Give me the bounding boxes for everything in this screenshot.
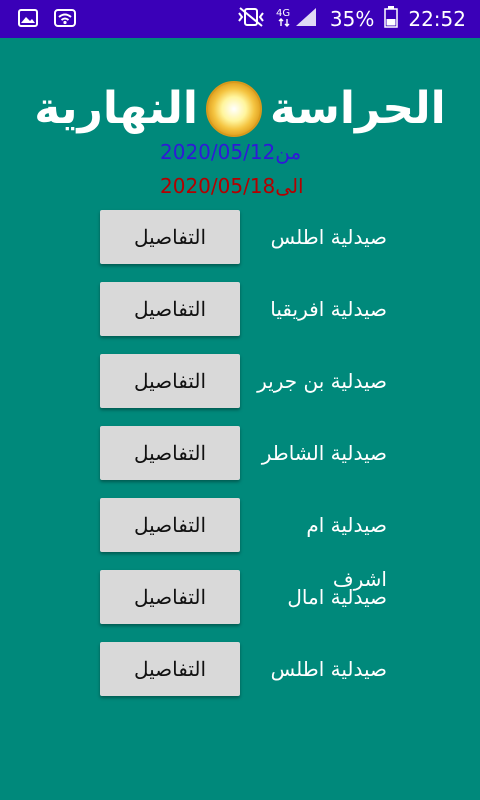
svg-text:4G: 4G — [276, 8, 290, 19]
list-item: التفاصيل صيدلية الشاطر — [100, 426, 400, 482]
list-item: التفاصيل صيدلية افريقيا — [100, 282, 400, 338]
details-button[interactable]: التفاصيل — [100, 570, 240, 624]
list-item: التفاصيل صيدلية امال — [100, 570, 400, 626]
to-date: 2020/05/18 — [160, 174, 276, 198]
vibrate-mute-icon — [236, 6, 266, 32]
list-item: التفاصيل صيدلية اطلس — [100, 210, 400, 266]
pharmacy-name: صيدلية اطلس — [270, 657, 387, 681]
sun-icon — [205, 81, 262, 137]
details-button[interactable]: التفاصيل — [100, 210, 240, 264]
pharmacy-name: صيدلية ام اشرف — [306, 513, 387, 591]
to-label: الى — [275, 174, 304, 198]
battery-icon — [384, 6, 399, 32]
status-right: 4G 35% 22:52 — [236, 4, 466, 34]
gallery-icon — [18, 8, 38, 32]
details-button[interactable]: التفاصيل — [100, 282, 240, 336]
from-date: 2020/05/12 — [160, 140, 276, 164]
details-button[interactable]: التفاصيل — [100, 498, 240, 552]
details-button[interactable]: التفاصيل — [100, 354, 240, 408]
battery-percent: 35% — [329, 7, 375, 31]
from-label: من — [275, 140, 302, 164]
app-screen: النهارية الحراسة 2020/05/12من 2020/05/18… — [0, 38, 480, 800]
date-from: 2020/05/12من — [160, 140, 330, 164]
pharmacy-name: صيدلية الشاطر — [261, 441, 387, 465]
list-item: التفاصيل صيدلية اطلس — [100, 642, 400, 698]
title-word-left: الحراسة — [269, 83, 446, 134]
status-bar: 4G 35% 22:52 — [0, 0, 480, 38]
details-button[interactable]: التفاصيل — [100, 426, 240, 480]
details-button[interactable]: التفاصيل — [100, 642, 240, 696]
network-4g-icon: 4G — [276, 6, 320, 32]
list-item: التفاصيل صيدلية بن جرير — [100, 354, 400, 410]
pharmacy-name: صيدلية افريقيا — [270, 297, 387, 321]
page-title: النهارية الحراسة — [0, 74, 480, 144]
list-item: التفاصيل صيدلية ام اشرف — [100, 498, 400, 591]
pharmacy-name: صيدلية امال — [287, 585, 387, 609]
title-word-right: النهارية — [34, 83, 198, 134]
clock: 22:52 — [408, 7, 466, 31]
pharmacy-name: صيدلية بن جرير — [257, 369, 387, 393]
wifi-icon — [54, 8, 76, 32]
status-left-icons — [18, 8, 76, 32]
pharmacy-name: صيدلية اطلس — [270, 225, 387, 249]
date-to: 2020/05/18الى — [160, 174, 330, 198]
